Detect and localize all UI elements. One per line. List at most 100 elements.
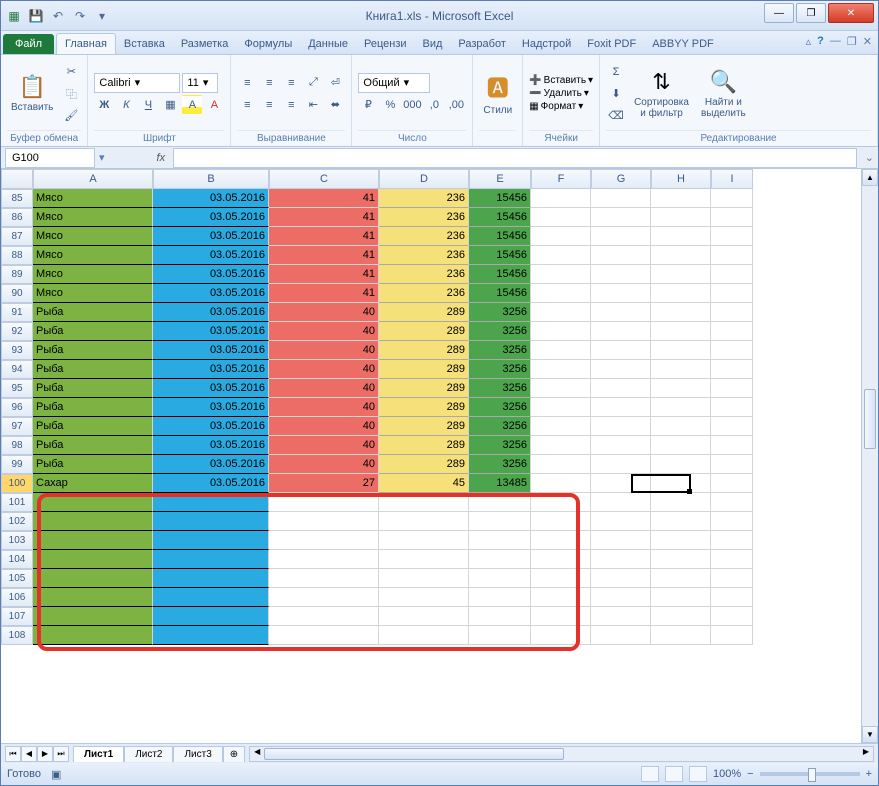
autosum-icon[interactable]: Σ	[606, 62, 626, 82]
cell-A90[interactable]: Мясо	[33, 284, 153, 303]
cell-blank[interactable]	[591, 303, 651, 322]
cell-C95[interactable]: 40	[269, 379, 379, 398]
cell-blank[interactable]	[531, 208, 591, 227]
tab-developer[interactable]: Разработ	[450, 34, 513, 54]
cell-D104[interactable]	[379, 550, 469, 569]
cell-blank[interactable]	[531, 189, 591, 208]
cell-A100[interactable]: Сахар	[33, 474, 153, 493]
macro-record-icon[interactable]: ▣	[51, 768, 61, 781]
cell-blank[interactable]	[711, 493, 753, 512]
row-header-95[interactable]: 95	[1, 379, 33, 398]
cell-E97[interactable]: 3256	[469, 417, 531, 436]
scroll-thumb[interactable]	[864, 389, 876, 449]
cell-B97[interactable]: 03.05.2016	[153, 417, 269, 436]
cell-B96[interactable]: 03.05.2016	[153, 398, 269, 417]
tab-file[interactable]: Файл	[3, 34, 54, 54]
cell-A94[interactable]: Рыба	[33, 360, 153, 379]
row-header-103[interactable]: 103	[1, 531, 33, 550]
tab-foxit[interactable]: Foxit PDF	[579, 34, 644, 54]
cell-E98[interactable]: 3256	[469, 436, 531, 455]
copy-icon[interactable]: ⿻	[61, 84, 81, 104]
cell-E85[interactable]: 15456	[469, 189, 531, 208]
cell-D105[interactable]	[379, 569, 469, 588]
select-all-corner[interactable]	[1, 169, 33, 189]
row-header-100[interactable]: 100	[1, 474, 33, 493]
cell-A101[interactable]	[33, 493, 153, 512]
cell-blank[interactable]	[651, 398, 711, 417]
sheet-nav-prev-icon[interactable]: ◀	[21, 746, 37, 762]
cell-D107[interactable]	[379, 607, 469, 626]
cell-blank[interactable]	[711, 550, 753, 569]
cell-D92[interactable]: 289	[379, 322, 469, 341]
cell-blank[interactable]	[651, 341, 711, 360]
cell-blank[interactable]	[531, 493, 591, 512]
col-header-H[interactable]: H	[651, 169, 711, 189]
col-header-E[interactable]: E	[469, 169, 531, 189]
cell-blank[interactable]	[651, 512, 711, 531]
cell-blank[interactable]	[651, 588, 711, 607]
row-header-99[interactable]: 99	[1, 455, 33, 474]
row-header-87[interactable]: 87	[1, 227, 33, 246]
cell-A96[interactable]: Рыба	[33, 398, 153, 417]
cell-A104[interactable]	[33, 550, 153, 569]
cell-blank[interactable]	[591, 588, 651, 607]
col-header-B[interactable]: B	[153, 169, 269, 189]
cell-blank[interactable]	[531, 246, 591, 265]
row-header-102[interactable]: 102	[1, 512, 33, 531]
cell-E96[interactable]: 3256	[469, 398, 531, 417]
row-header-105[interactable]: 105	[1, 569, 33, 588]
sheet-nav-first-icon[interactable]: ⏮	[5, 746, 21, 762]
cell-B85[interactable]: 03.05.2016	[153, 189, 269, 208]
cell-blank[interactable]	[591, 265, 651, 284]
cell-E105[interactable]	[469, 569, 531, 588]
orientation-icon[interactable]: ⤢	[303, 73, 323, 93]
cell-C94[interactable]: 40	[269, 360, 379, 379]
cell-blank[interactable]	[651, 493, 711, 512]
row-header-96[interactable]: 96	[1, 398, 33, 417]
cell-B102[interactable]	[153, 512, 269, 531]
cell-blank[interactable]	[651, 227, 711, 246]
qat-dropdown-icon[interactable]: ▾	[93, 7, 111, 25]
cell-blank[interactable]	[651, 436, 711, 455]
sort-filter-button[interactable]: ⇅ Сортировка и фильтр	[630, 67, 693, 121]
cell-B105[interactable]	[153, 569, 269, 588]
cell-blank[interactable]	[531, 341, 591, 360]
spreadsheet-grid[interactable]: ABCDEFGHI85Мясо03.05.2016412361545686Мяс…	[1, 169, 878, 645]
row-header-89[interactable]: 89	[1, 265, 33, 284]
row-header-107[interactable]: 107	[1, 607, 33, 626]
tab-review[interactable]: Рецензи	[356, 34, 415, 54]
view-normal-icon[interactable]	[641, 766, 659, 782]
vertical-scrollbar[interactable]: ▲ ▼	[861, 169, 878, 743]
cell-C108[interactable]	[269, 626, 379, 645]
cell-blank[interactable]	[591, 208, 651, 227]
cell-B86[interactable]: 03.05.2016	[153, 208, 269, 227]
horizontal-scrollbar[interactable]: ◀ ▶	[249, 746, 874, 762]
cell-blank[interactable]	[531, 626, 591, 645]
cell-blank[interactable]	[591, 360, 651, 379]
cell-blank[interactable]	[651, 626, 711, 645]
cell-D101[interactable]	[379, 493, 469, 512]
cell-blank[interactable]	[531, 531, 591, 550]
cell-B93[interactable]: 03.05.2016	[153, 341, 269, 360]
cell-blank[interactable]	[711, 588, 753, 607]
cell-C103[interactable]	[269, 531, 379, 550]
cell-blank[interactable]	[711, 436, 753, 455]
new-sheet-button[interactable]: ⊕	[223, 746, 245, 762]
cell-D106[interactable]	[379, 588, 469, 607]
cell-D85[interactable]: 236	[379, 189, 469, 208]
cut-icon[interactable]: ✂	[61, 62, 81, 82]
italic-button[interactable]: К	[116, 95, 136, 115]
cell-blank[interactable]	[591, 569, 651, 588]
maximize-button[interactable]: ❐	[796, 3, 826, 23]
doc-close-icon[interactable]: ✕	[863, 35, 872, 48]
underline-button[interactable]: Ч	[138, 95, 158, 115]
col-header-C[interactable]: C	[269, 169, 379, 189]
cell-C104[interactable]	[269, 550, 379, 569]
name-box-dropdown-icon[interactable]: ▾	[95, 151, 109, 164]
cell-blank[interactable]	[651, 379, 711, 398]
view-pagebreak-icon[interactable]	[689, 766, 707, 782]
cell-A97[interactable]: Рыба	[33, 417, 153, 436]
indent-decrease-icon[interactable]: ⇤	[303, 95, 323, 115]
align-bottom-icon[interactable]: ≡	[281, 73, 301, 93]
increase-decimal-icon[interactable]: ,0	[424, 95, 444, 115]
